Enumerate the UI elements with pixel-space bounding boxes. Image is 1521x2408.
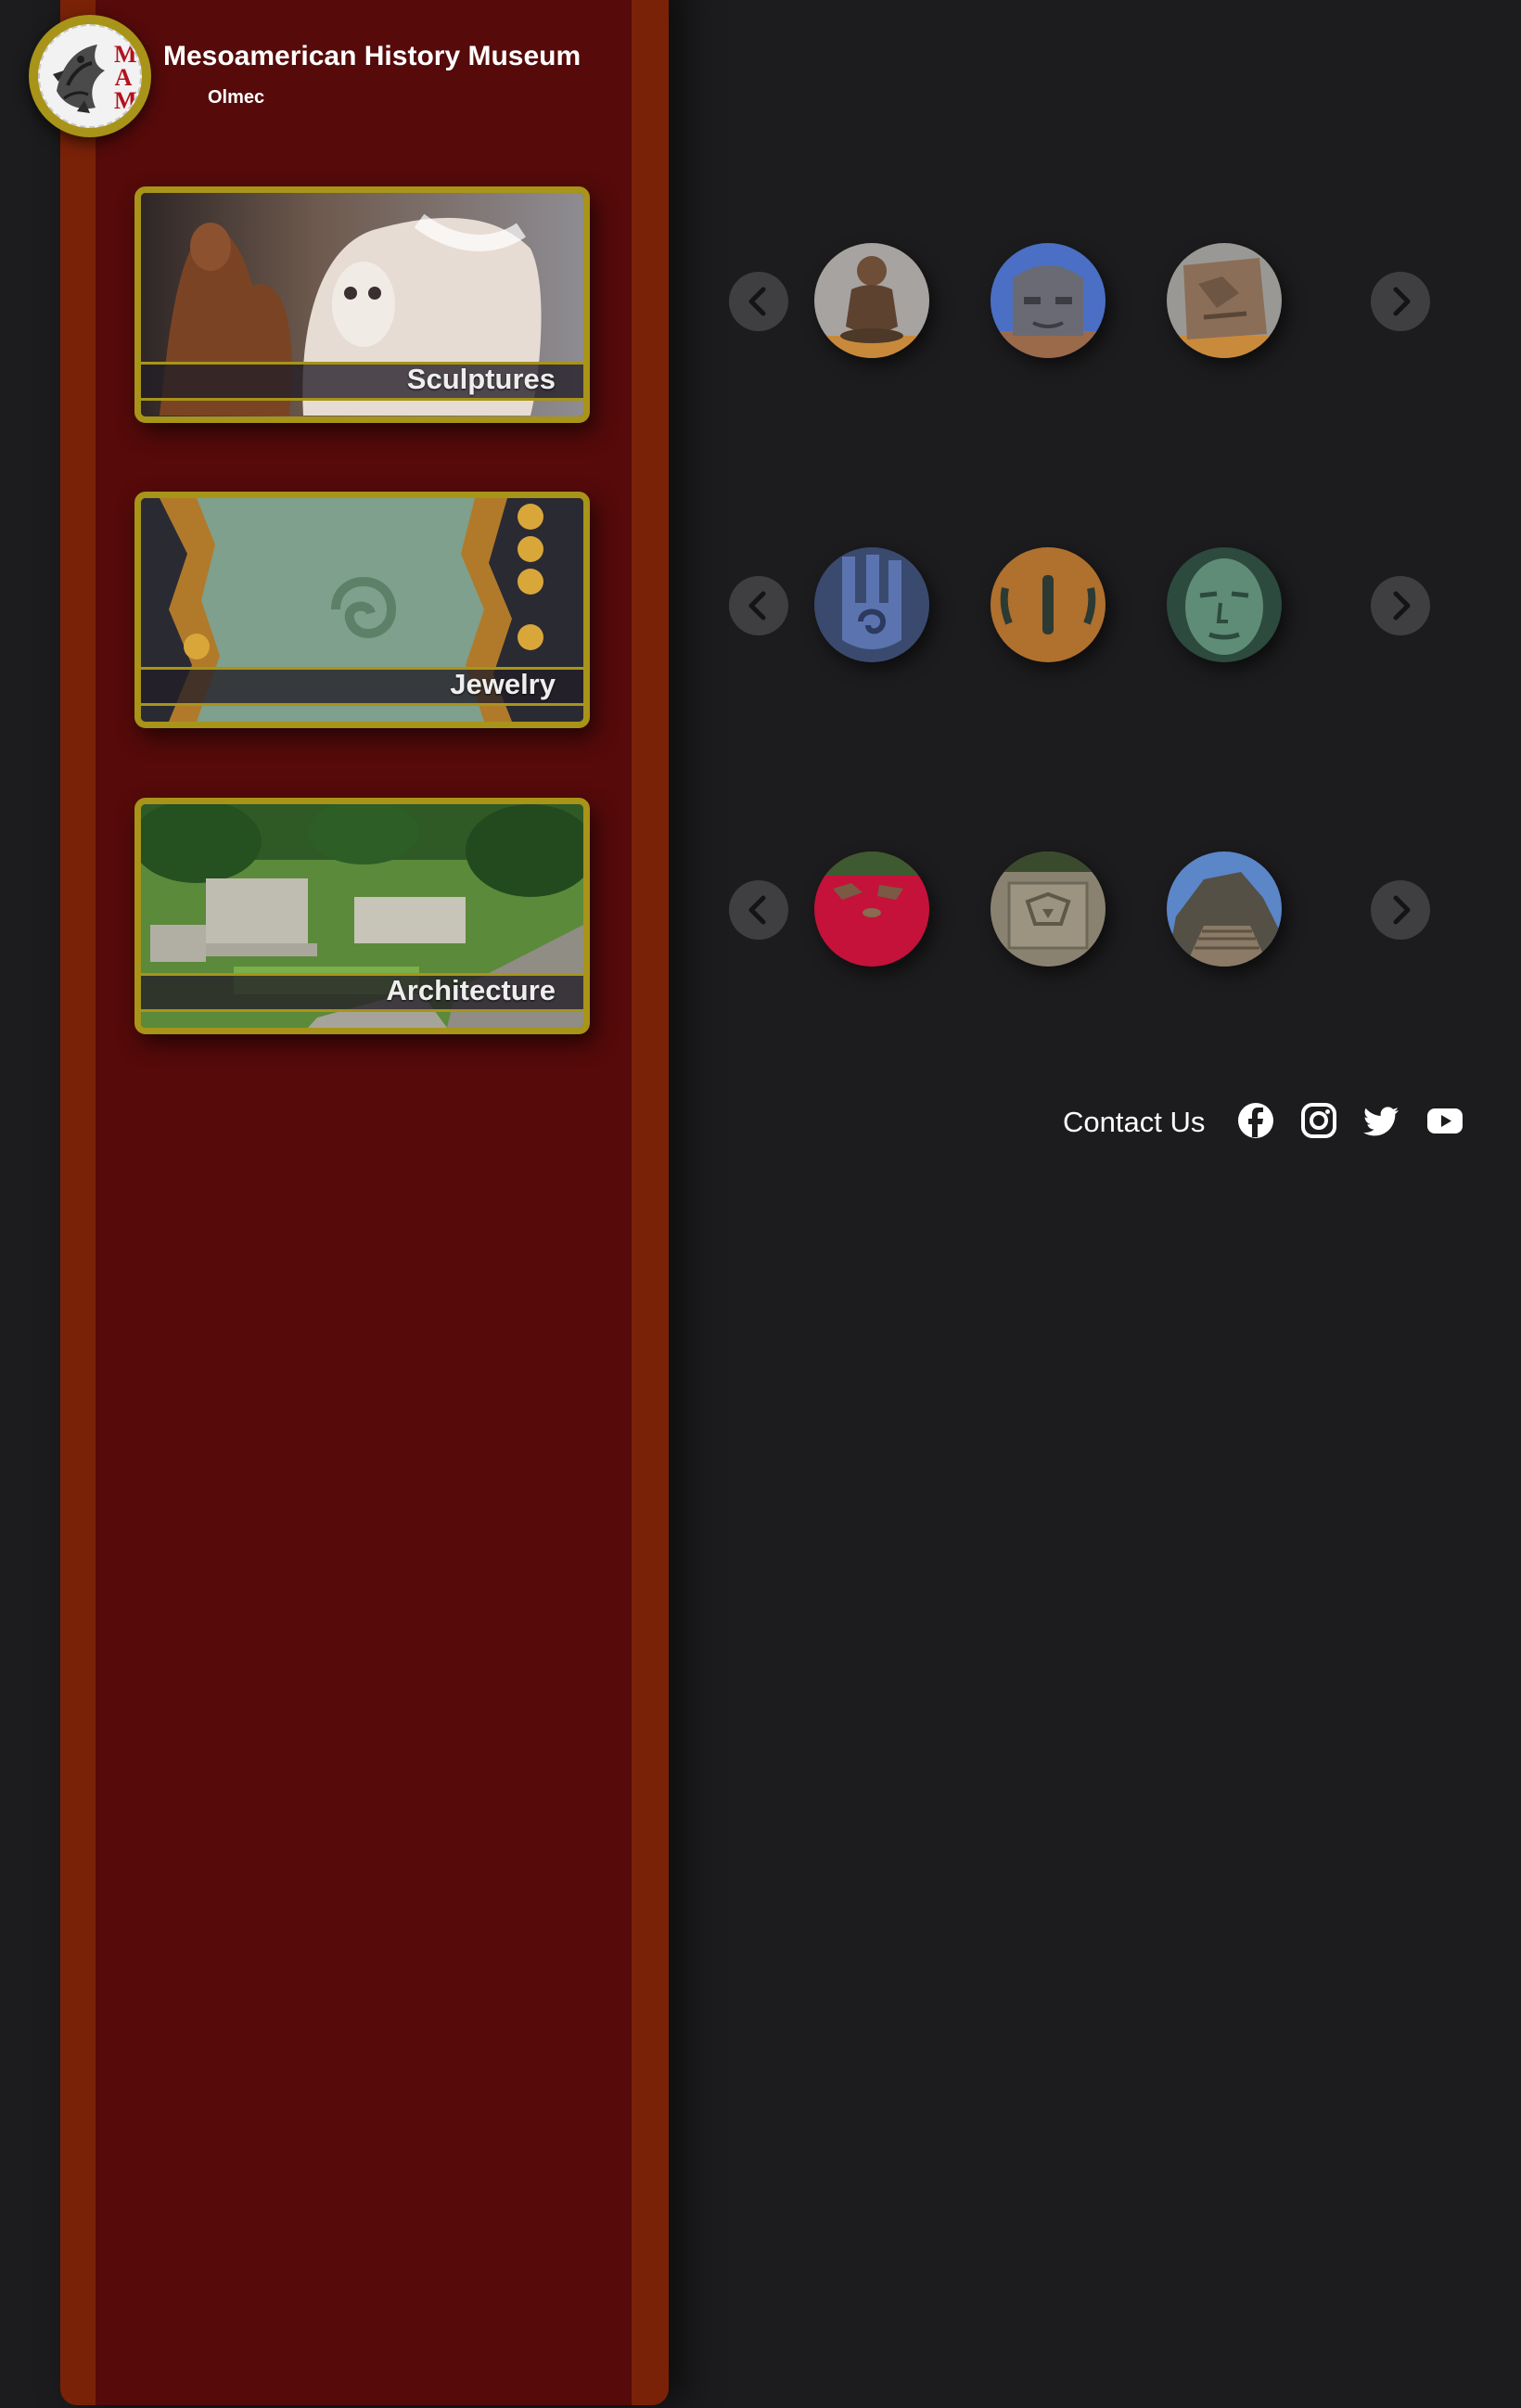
thumbnail-jade-hand[interactable] [814,547,929,662]
site-subtitle: Olmec [208,87,265,108]
pyramid-image [1167,852,1282,967]
thumbnail-seated-figure[interactable] [814,243,929,358]
thumbnail-colossal-head[interactable] [991,243,1106,358]
instagram-icon[interactable] [1300,1102,1337,1139]
chevron-right-icon [1393,287,1411,316]
chevron-left-icon [748,287,766,316]
chevron-right-icon [1393,591,1411,621]
thumbnail-carved-relief[interactable] [1167,243,1282,358]
carousel-prev-button[interactable] [729,576,788,635]
jade-hand-image [814,547,929,662]
carousel-architecture [729,852,1432,972]
category-card-jewelry[interactable]: Jewelry [134,492,590,728]
carousel-prev-button[interactable] [729,272,788,331]
carved-stone-image [991,852,1106,967]
thumbnail-red-site[interactable] [814,852,929,967]
category-card-architecture[interactable]: Architecture [134,798,590,1034]
carousel-sculptures [729,243,1432,364]
card-label: Architecture [386,974,556,1006]
ear-spool-image [991,547,1106,662]
carved-relief-image [1167,243,1282,358]
logo-letters: M A M [114,41,137,114]
logo-letter: M [114,41,137,68]
thumbnail-ear-spool[interactable] [991,547,1106,662]
logo-emblem: M A M [38,24,142,128]
carousel-jewelry [729,547,1432,668]
museum-logo[interactable]: M A M [29,15,151,137]
thumbnail-pyramid[interactable] [1167,852,1282,967]
seated-figure-image [814,243,929,358]
carousel-next-button[interactable] [1371,880,1430,940]
logo-letter: M [114,87,137,114]
jade-mask-image [1167,547,1282,662]
card-label: Sculptures [406,363,556,395]
thumbnail-carved-stone[interactable] [991,852,1106,967]
logo-letter: A [114,64,133,91]
carousel-prev-button[interactable] [729,880,788,940]
chevron-left-icon [748,895,766,925]
chevron-left-icon [748,591,766,621]
contact-us-link[interactable]: Contact Us [1063,1106,1205,1139]
card-label: Jewelry [450,668,556,700]
site-title: Mesoamerican History Museum [163,41,582,71]
chevron-right-icon [1393,895,1411,925]
red-site-image [814,852,929,967]
carousel-next-button[interactable] [1371,576,1430,635]
colossal-head-image [991,243,1106,358]
carousel-next-button[interactable] [1371,272,1430,331]
twitter-icon[interactable] [1363,1102,1400,1139]
facebook-icon[interactable] [1237,1102,1274,1139]
category-card-sculptures[interactable]: Sculptures [134,186,590,423]
youtube-icon[interactable] [1426,1102,1463,1139]
thumbnail-jade-mask[interactable] [1167,547,1282,662]
